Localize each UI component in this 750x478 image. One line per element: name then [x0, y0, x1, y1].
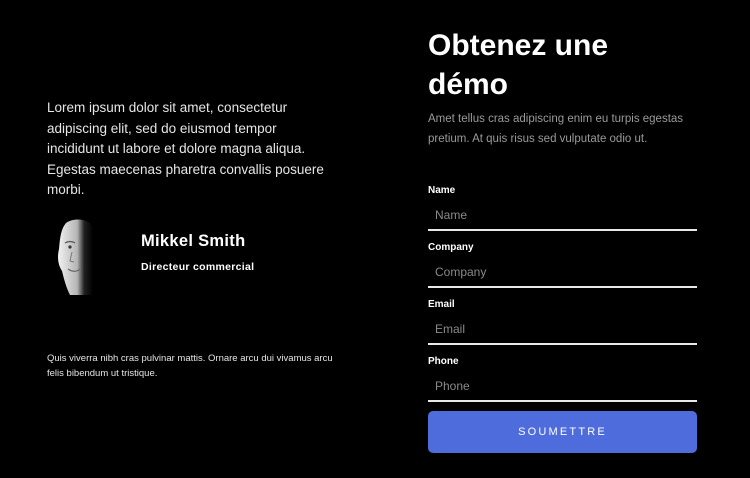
- demo-request-section: Lorem ipsum dolor sit amet, consectetur …: [0, 0, 750, 478]
- name-field-group: Name: [428, 184, 697, 231]
- email-input[interactable]: [428, 315, 697, 345]
- name-input[interactable]: [428, 201, 697, 231]
- company-field-group: Company: [428, 241, 697, 288]
- person-name: Mikkel Smith: [141, 232, 246, 250]
- phone-field-label: Phone: [428, 356, 459, 367]
- email-field-label: Email: [428, 299, 455, 310]
- phone-input[interactable]: [428, 372, 697, 402]
- name-field-label: Name: [428, 185, 456, 196]
- footnote-text: Quis viverra nibh cras pulvinar mattis. …: [47, 353, 333, 379]
- intro-paragraph: Lorem ipsum dolor sit amet, consectetur …: [47, 100, 324, 197]
- company-field-label: Company: [428, 242, 474, 253]
- email-field-group: Email: [428, 298, 697, 345]
- form-title: Obtenez une démo: [428, 29, 609, 101]
- person-role: Directeur commercial: [141, 261, 255, 273]
- company-input[interactable]: [428, 258, 697, 288]
- submit-button[interactable]: SOUMETTRE: [428, 411, 697, 453]
- form-subtitle: Amet tellus cras adipiscing enim eu turp…: [428, 113, 684, 145]
- phone-field-group: Phone: [428, 355, 697, 402]
- person-avatar: [56, 217, 94, 295]
